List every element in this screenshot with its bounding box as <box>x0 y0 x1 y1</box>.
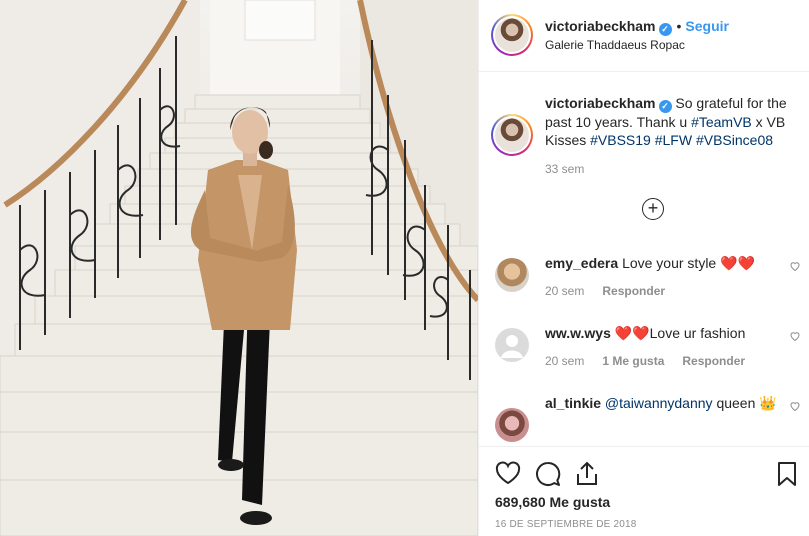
caption-text: victoriabeckham ✓ So grateful for the pas… <box>545 94 801 149</box>
comment-like-heart-icon[interactable] <box>789 260 801 275</box>
instagram-post: victoriabeckham ✓ • Seguir Galerie Thaddaeu… <box>0 0 809 536</box>
comment-body: ❤️❤️Love ur fashion <box>614 325 746 341</box>
likes-count[interactable]: 689,680 Me gusta <box>495 494 610 510</box>
caption-author-avatar[interactable] <box>491 114 533 156</box>
comment-likes-count[interactable]: 1 Me gusta <box>602 354 664 368</box>
author-avatar[interactable] <box>491 14 533 56</box>
post-actions: 689,680 Me gusta 16 DE SEPTIEMBRE DE 201… <box>479 446 809 536</box>
commenter-username[interactable]: al_tinkie <box>545 395 601 411</box>
caption-username[interactable]: victoriabeckham <box>545 95 656 111</box>
heart-icon[interactable] <box>495 461 521 488</box>
reply-button[interactable]: Responder <box>602 284 665 298</box>
hashtag-link[interactable]: #VBSince08 <box>696 132 773 148</box>
hashtag-link[interactable]: #LFW <box>655 132 692 148</box>
comment-body: queen 👑 <box>716 395 777 411</box>
hashtag-link[interactable]: #TeamVB <box>691 114 752 130</box>
comment-time[interactable]: 20 sem <box>545 284 584 298</box>
post-photo[interactable] <box>0 0 478 536</box>
location-link[interactable]: Galerie Thaddaeus Ropac <box>545 38 685 52</box>
caption-timestamp[interactable]: 33 sem <box>545 162 584 176</box>
comment-like-heart-icon[interactable] <box>789 400 801 415</box>
comment-body: Love your style ❤️❤️ <box>622 255 755 271</box>
comment-icon[interactable] <box>535 461 561 490</box>
author-username[interactable]: victoriabeckham <box>545 18 656 34</box>
default-user-icon <box>501 335 523 358</box>
commenter-avatar[interactable] <box>495 408 529 442</box>
load-more-comments-button[interactable]: + <box>642 198 664 220</box>
comment-text: al_tinkie @taiwannydanny queen 👑 <box>545 394 785 412</box>
verified-badge-icon: ✓ <box>658 23 672 36</box>
reply-button[interactable]: Responder <box>682 354 745 368</box>
comment-meta: 20 sem 1 Me gusta Responder <box>545 354 763 368</box>
mention-link[interactable]: @taiwannydanny <box>605 395 713 411</box>
comment-meta: 20 sem Responder <box>545 284 683 298</box>
comment-text: emy_edera Love your style ❤️❤️ <box>545 254 785 272</box>
comment-text: ww.w.wys ❤️❤️Love ur fashion <box>545 324 785 342</box>
hashtag-link[interactable]: #VBSS19 <box>590 132 651 148</box>
post-side-panel: victoriabeckham ✓ • Seguir Galerie Thaddaeu… <box>478 0 809 536</box>
follow-button[interactable]: Seguir <box>685 18 729 34</box>
share-icon[interactable] <box>575 461 599 490</box>
commenter-avatar[interactable] <box>495 258 529 292</box>
post-header: victoriabeckham ✓ • Seguir Galerie Thaddaeu… <box>479 0 809 72</box>
post-date[interactable]: 16 DE SEPTIEMBRE DE 2018 <box>495 519 637 530</box>
verified-badge-icon: ✓ <box>658 100 672 113</box>
commenter-username[interactable]: emy_edera <box>545 255 618 271</box>
comment-time[interactable]: 20 sem <box>545 354 584 368</box>
separator-dot: • <box>676 18 682 34</box>
bookmark-icon[interactable] <box>777 461 797 490</box>
comment-like-heart-icon[interactable] <box>789 330 801 345</box>
header-user-line: victoriabeckham ✓ • Seguir <box>545 18 729 36</box>
commenter-username[interactable]: ww.w.wys <box>545 325 611 341</box>
photo-illustration <box>0 0 478 536</box>
commenter-avatar[interactable] <box>495 328 529 362</box>
